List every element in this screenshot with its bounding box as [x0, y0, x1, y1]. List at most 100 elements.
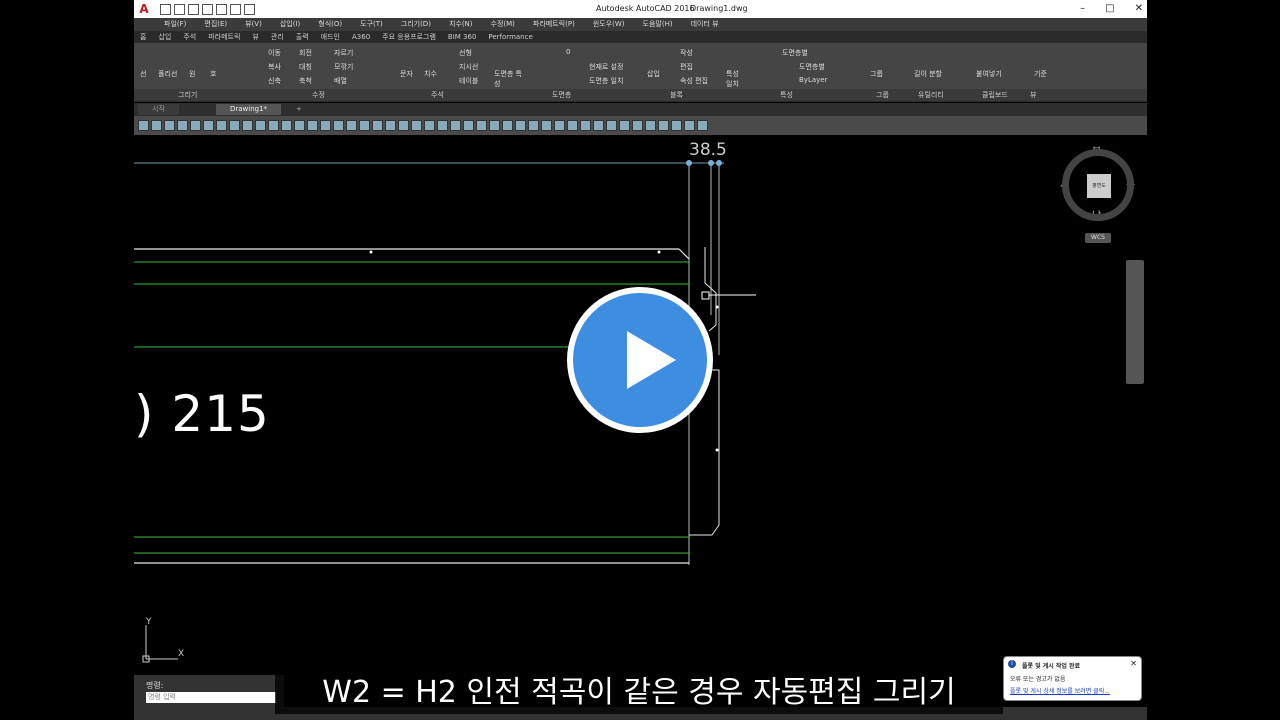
circle-button[interactable]: 원: [189, 69, 195, 79]
undo-icon[interactable]: [230, 4, 241, 15]
polyline-button[interactable]: 폴리선: [158, 69, 177, 79]
menu-format[interactable]: 형식(O): [318, 18, 342, 31]
layer-dropdown[interactable]: 0: [566, 48, 570, 56]
edit-attributes-button[interactable]: 속성 편집: [680, 76, 708, 86]
panel-label-modify[interactable]: 수정: [312, 90, 325, 100]
new-icon[interactable]: [160, 4, 171, 15]
menu-file[interactable]: 파일(F): [164, 18, 186, 31]
tool-icon[interactable]: [645, 120, 656, 131]
menu-dimension[interactable]: 치수(N): [449, 18, 473, 31]
lineweight-dropdown[interactable]: ByLayer: [799, 76, 827, 84]
tool-icon[interactable]: [463, 120, 474, 131]
command-input[interactable]: 명령 입력: [146, 692, 276, 703]
open-icon[interactable]: [174, 4, 185, 15]
panel-label-clipboard[interactable]: 클립보드: [982, 90, 1008, 100]
tool-icon[interactable]: [346, 120, 357, 131]
tab-featured-apps[interactable]: 주요 응용프로그램: [382, 31, 436, 43]
tool-icon[interactable]: [268, 120, 279, 131]
notification-link[interactable]: 플롯 및 게시 상세 정보를 보려면 클릭...: [1010, 686, 1110, 695]
tool-icon[interactable]: [450, 120, 461, 131]
panel-label-draw[interactable]: 그리기: [178, 90, 197, 100]
tool-icon[interactable]: [281, 120, 292, 131]
menu-parametric[interactable]: 파라메트릭(P): [533, 18, 575, 31]
new-tab-button[interactable]: +: [292, 104, 306, 115]
base-view-button[interactable]: 기준: [1034, 69, 1047, 79]
tool-icon[interactable]: [515, 120, 526, 131]
trim-button[interactable]: 자르기: [334, 48, 353, 58]
tool-icon[interactable]: [567, 120, 578, 131]
tab-annotate[interactable]: 주석: [183, 31, 196, 43]
create-block-button[interactable]: 작성: [680, 48, 693, 58]
close-icon[interactable]: ✕: [1130, 659, 1137, 668]
tool-icon[interactable]: [541, 120, 552, 131]
rotate-button[interactable]: 회전: [299, 48, 312, 58]
print-icon[interactable]: [216, 4, 227, 15]
table-button[interactable]: 테이블: [459, 76, 478, 86]
tool-icon[interactable]: [216, 120, 227, 131]
tool-icon[interactable]: [554, 120, 565, 131]
menu-window[interactable]: 윈도우(W): [593, 18, 625, 31]
line-button[interactable]: 선: [140, 69, 146, 79]
minimize-icon[interactable]: –: [1080, 3, 1085, 14]
tool-icon[interactable]: [333, 120, 344, 131]
tool-icon[interactable]: [502, 120, 513, 131]
tool-icon[interactable]: [437, 120, 448, 131]
tool-icon[interactable]: [411, 120, 422, 131]
tool-icon[interactable]: [658, 120, 669, 131]
panel-label-groups[interactable]: 그룹: [876, 90, 889, 100]
tab-view[interactable]: 뷰: [252, 31, 258, 43]
insert-block-button[interactable]: 삽입: [647, 69, 660, 79]
panel-label-properties[interactable]: 특성: [780, 90, 793, 100]
match-layer-button[interactable]: 도면층 일치: [589, 76, 623, 86]
menu-help[interactable]: 도움말(H): [643, 18, 673, 31]
group-button[interactable]: 그룹: [870, 69, 883, 79]
tool-icon[interactable]: [229, 120, 240, 131]
saveas-icon[interactable]: [202, 4, 213, 15]
tab-insert[interactable]: 삽입: [158, 31, 171, 43]
play-button[interactable]: [567, 287, 713, 433]
tool-icon[interactable]: [203, 120, 214, 131]
linetype-dropdown[interactable]: 도면층별: [799, 62, 825, 72]
tool-icon[interactable]: [476, 120, 487, 131]
tab-home[interactable]: 홈: [140, 31, 146, 43]
tool-icon[interactable]: [307, 120, 318, 131]
menu-draw[interactable]: 그리기(D): [401, 18, 431, 31]
tool-icon[interactable]: [190, 120, 201, 131]
menu-view[interactable]: 뷰(V): [245, 18, 262, 31]
text-button[interactable]: 문자: [400, 69, 413, 79]
panel-label-annotation[interactable]: 주석: [431, 90, 444, 100]
tool-icon[interactable]: [632, 120, 643, 131]
tab-output[interactable]: 출력: [296, 31, 309, 43]
tool-icon[interactable]: [528, 120, 539, 131]
view-cube[interactable]: 평면도: [1062, 149, 1134, 221]
tab-bim360[interactable]: BIM 360: [448, 31, 477, 43]
menu-insert[interactable]: 삽입(I): [280, 18, 300, 31]
tab-performance[interactable]: Performance: [488, 31, 532, 43]
tool-icon[interactable]: [242, 120, 253, 131]
tool-icon[interactable]: [320, 120, 331, 131]
tab-start[interactable]: 시작: [138, 104, 179, 115]
tool-icon[interactable]: [606, 120, 617, 131]
tab-manage[interactable]: 관리: [271, 31, 284, 43]
tab-addins[interactable]: 애드인: [321, 31, 340, 43]
color-dropdown[interactable]: 도면층별: [782, 48, 808, 58]
menu-modify[interactable]: 수정(M): [491, 18, 515, 31]
tool-icon[interactable]: [580, 120, 591, 131]
array-button[interactable]: 배열: [334, 76, 347, 86]
arc-button[interactable]: 호: [210, 69, 216, 79]
save-icon[interactable]: [188, 4, 199, 15]
make-current-button[interactable]: 현재로 설정: [589, 62, 623, 72]
tool-icon[interactable]: [164, 120, 175, 131]
tool-icon[interactable]: [177, 120, 188, 131]
tool-icon[interactable]: [151, 120, 162, 131]
tool-icon[interactable]: [138, 120, 149, 131]
tab-drawing1[interactable]: Drawing1*: [216, 104, 282, 115]
tool-icon[interactable]: [684, 120, 695, 131]
maximize-icon[interactable]: □: [1105, 3, 1114, 14]
view-cube-face[interactable]: 평면도: [1087, 174, 1111, 198]
panel-label-layers[interactable]: 도면층: [552, 90, 571, 100]
tab-a360[interactable]: A360: [352, 31, 370, 43]
wcs-menu[interactable]: WCS: [1085, 233, 1111, 243]
layer-properties-button[interactable]: 도면층 특성: [494, 69, 524, 89]
measure-button[interactable]: 길이 분할: [914, 69, 942, 79]
